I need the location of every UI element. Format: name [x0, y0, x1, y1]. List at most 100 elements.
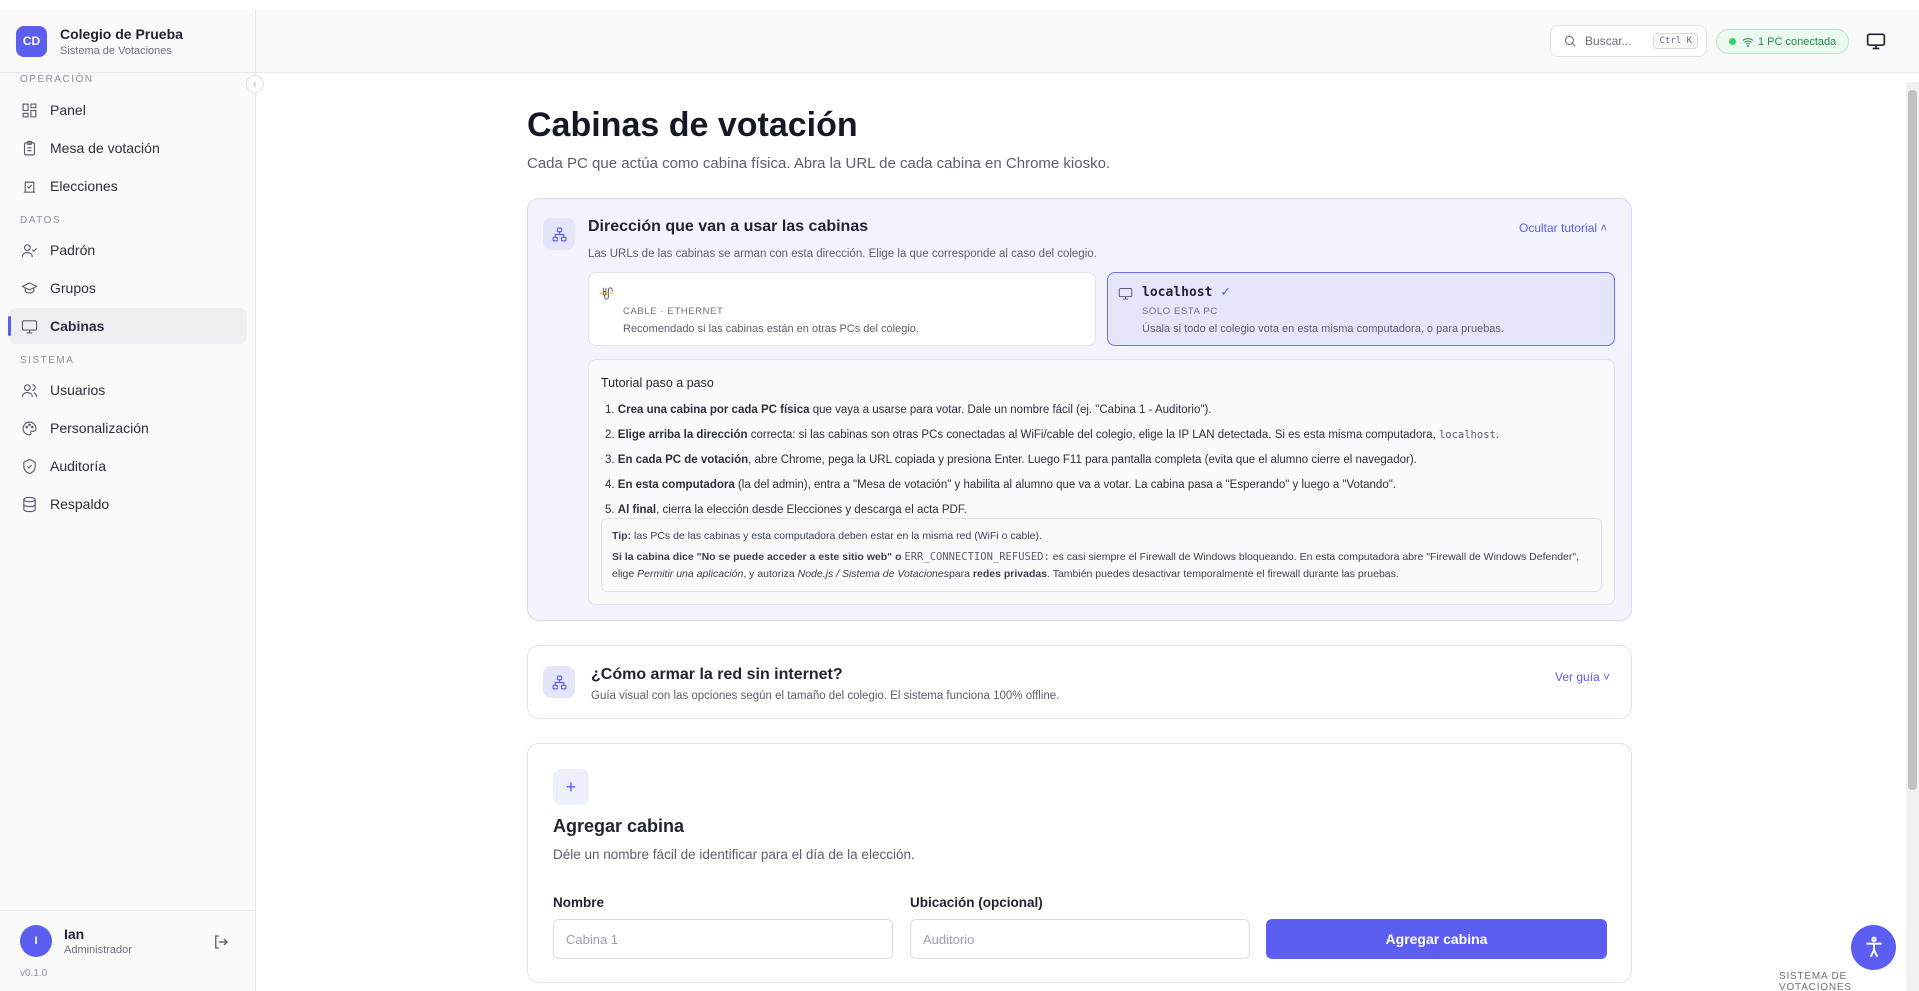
hide-tutorial-link[interactable]: Ocultar tutorial ˄: [1519, 221, 1607, 235]
tutorial-panel: Tutorial paso a paso 1. Crea una cabina …: [588, 359, 1615, 605]
user-name: Ian: [64, 925, 85, 942]
search-icon: [1564, 35, 1576, 47]
sidebar: CD Colegio de Prueba Sistema de Votacion…: [0, 10, 256, 991]
network-card-title: ¿Cómo armar la red sin internet?: [591, 666, 843, 683]
brand-logo: CD: [16, 25, 47, 57]
sidebar-item-label: Grupos: [50, 280, 96, 296]
option-tag: SOLO ESTA PC: [1142, 306, 1218, 317]
sidebar-item-personalizacion[interactable]: Personalización: [8, 410, 247, 446]
add-booth-card: + Agregar cabina Déle un nombre fácil de…: [527, 743, 1632, 983]
sidebar-item-panel[interactable]: Panel: [8, 92, 247, 128]
scrollbar-thumb[interactable]: [1908, 90, 1917, 790]
main-scrollbar[interactable]: [1906, 82, 1919, 991]
check-icon: ✓: [1220, 285, 1232, 300]
graduation-cap-icon: [21, 281, 38, 293]
sidebar-item-label: Respaldo: [50, 496, 110, 512]
location-label: Ubicación (opcional): [910, 895, 1043, 910]
user-role: Administrador: [64, 943, 132, 956]
clipboard-icon: [23, 140, 36, 155]
address-option-lan[interactable]: CABLE · ETHERNET Recomendado si las cabi…: [588, 272, 1096, 346]
sidebar-item-label: Panel: [50, 102, 86, 118]
sidebar-item-mesa-de-votacion[interactable]: Mesa de votación: [8, 130, 247, 166]
address-option-localhost[interactable]: localhost ✓ SOLO ESTA PC Úsala si todo e…: [1107, 272, 1615, 346]
monitor-icon: [1118, 288, 1133, 300]
sidebar-item-grupos[interactable]: Grupos: [8, 270, 247, 306]
monitor-icon[interactable]: [1865, 31, 1887, 51]
sidebar-item-label: Usuarios: [50, 382, 106, 398]
add-booth-button[interactable]: Agregar cabina: [1266, 919, 1607, 959]
database-icon: [23, 496, 36, 512]
view-guide-link[interactable]: Ver guía ˅: [1555, 670, 1610, 684]
sidebar-item-label: Mesa de votación: [50, 140, 160, 156]
add-booth-title: Agregar cabina: [553, 816, 685, 836]
view-guide-label: Ver guía: [1555, 670, 1600, 684]
tutorial-step: 4. En esta computadora (la del admin), e…: [605, 479, 1396, 491]
ballot-icon: [23, 181, 36, 193]
sidebar-item-label: Elecciones: [50, 178, 118, 194]
window-top-strip: [0, 0, 1919, 10]
network-card-description: Guía visual con las opciones según el ta…: [591, 690, 1060, 702]
network-icon-chip: [543, 666, 575, 698]
option-description: Úsala si todo el colegio vota en esta mi…: [1142, 323, 1504, 335]
sidebar-item-padron[interactable]: Padrón: [8, 232, 247, 268]
direction-card-description: Las URLs de las cabinas se arman con est…: [588, 248, 1097, 260]
palette-icon: [22, 421, 37, 435]
tutorial-title: Tutorial paso a paso: [601, 376, 714, 390]
search-shortcut: Ctrl K: [1653, 33, 1698, 49]
chevron-down-icon: ˅: [1603, 670, 1611, 684]
network-guide-card[interactable]: ¿Cómo armar la red sin internet? Guía vi…: [527, 645, 1632, 719]
direction-card-title: Dirección que van a usar las cabinas: [588, 218, 869, 235]
users-icon: [21, 383, 38, 397]
tutorial-step: 1. Crea una cabina por cada PC física qu…: [605, 404, 1212, 416]
sidebar-item-label: Padrón: [50, 242, 96, 258]
sidebar-item-cabinas[interactable]: Cabinas: [8, 308, 247, 344]
sidebar-item-respaldo[interactable]: Respaldo: [8, 486, 247, 522]
connection-status-badge: 1 PC conectada: [1716, 29, 1850, 54]
grid-icon: [22, 103, 37, 117]
footer-tag: SISTEMA DE VOTACIONES: [1779, 971, 1852, 991]
avatar: I: [20, 924, 52, 957]
sidebar-item-elecciones[interactable]: Elecciones: [8, 168, 247, 204]
name-label: Nombre: [553, 895, 605, 910]
plus-icon: +: [553, 769, 589, 805]
redaction-scribble-icon: [599, 292, 614, 295]
network-icon: [552, 675, 566, 689]
sidebar-item-usuarios[interactable]: Usuarios: [8, 372, 247, 408]
sidebar-collapse-button[interactable]: ‹: [246, 75, 264, 93]
brand[interactable]: CD Colegio de Prueba Sistema de Votacion…: [0, 10, 255, 73]
sidebar-item-label: Auditoría: [50, 458, 107, 474]
user-list-icon: [21, 243, 37, 257]
tutorial-steps: 1. Crea una cabina por cada PC física qu…: [605, 398, 1605, 523]
firewall-warning: Si la cabina dice "No se puede acceder a…: [612, 551, 1580, 580]
status-dot: [1729, 38, 1736, 45]
tutorial-step: 3. En cada PC de votación, abre Chrome, …: [605, 454, 1417, 466]
network-icon: [552, 227, 566, 241]
chevron-left-icon: ‹: [253, 78, 257, 90]
sidebar-item-label: Personalización: [50, 420, 149, 436]
accessibility-icon: [1865, 936, 1882, 957]
tutorial-step: 2. Elige arriba la dirección correcta: s…: [605, 429, 1500, 441]
tip-line: Tip: las PCs de las cabinas y esta compu…: [612, 530, 1042, 542]
add-booth-description: Déle un nombre fácil de identificar para…: [553, 847, 915, 862]
search-button[interactable]: Buscar... Ctrl K: [1550, 25, 1707, 57]
accessibility-button[interactable]: [1851, 925, 1896, 970]
status-text: 1 PC conectada: [1758, 35, 1837, 48]
sidebar-item-auditoria[interactable]: Auditoría: [8, 448, 247, 484]
topbar: Buscar... Ctrl K 1 PC conectada: [256, 10, 1919, 73]
page-title: Cabinas de votación: [527, 106, 858, 144]
option-title: localhost ✓: [1142, 285, 1231, 300]
location-input[interactable]: [910, 919, 1250, 959]
logout-icon[interactable]: [212, 933, 230, 951]
user-box: I Ian Administrador: [0, 910, 255, 970]
option-description: Recomendado si las cabinas están en otra…: [623, 323, 919, 335]
direction-icon-chip: [543, 218, 575, 250]
option-title-text: localhost: [1142, 285, 1213, 300]
monitor-icon: [21, 319, 38, 333]
name-input[interactable]: [553, 919, 893, 959]
search-placeholder: Buscar...: [1585, 34, 1632, 48]
page-subtitle: Cada PC que actúa como cabina física. Ab…: [527, 155, 1111, 172]
option-tag: CABLE · ETHERNET: [623, 306, 724, 317]
brand-subtitle: Sistema de Votaciones: [60, 44, 172, 57]
section-label-datos: DATOS: [20, 215, 62, 226]
wifi-icon: [1742, 37, 1754, 47]
